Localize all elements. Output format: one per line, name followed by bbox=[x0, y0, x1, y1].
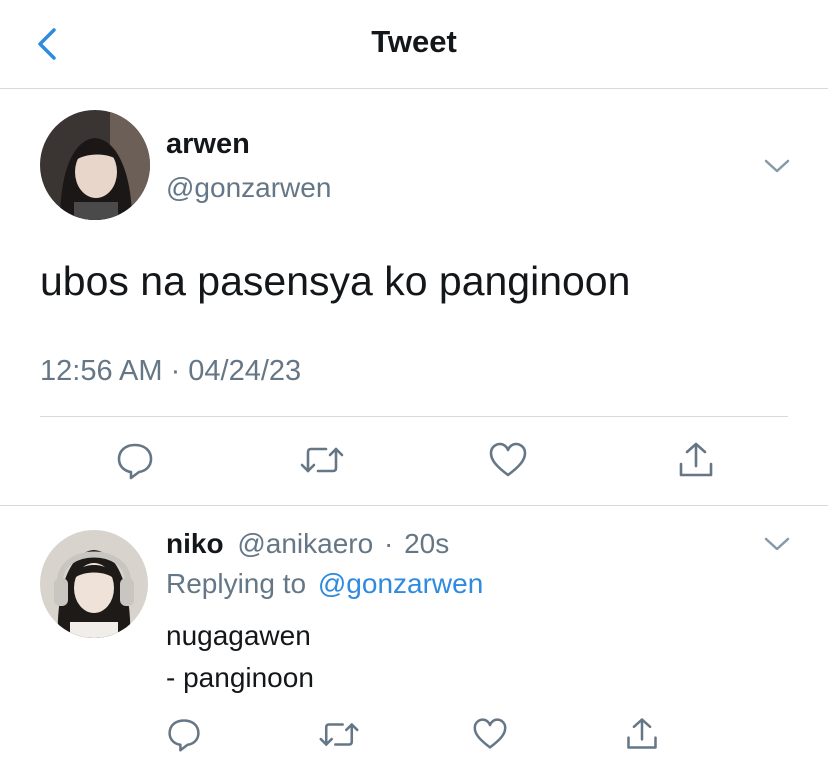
reply-avatar[interactable] bbox=[40, 530, 148, 638]
reply-text-line: nugagawen bbox=[166, 620, 311, 651]
reply-text-line: - panginoon bbox=[166, 662, 314, 693]
reply-share-button[interactable] bbox=[624, 716, 660, 752]
reply-header: niko @anikaero · 20s bbox=[166, 528, 449, 560]
speech-bubble-icon bbox=[117, 443, 153, 480]
reply-author-handle[interactable]: @anikaero bbox=[237, 528, 373, 559]
reply-reply-button[interactable] bbox=[166, 716, 202, 752]
reply-menu-button[interactable] bbox=[764, 536, 790, 552]
share-icon bbox=[627, 718, 657, 749]
header-bar: Tweet bbox=[0, 0, 828, 89]
avatar[interactable] bbox=[40, 110, 150, 220]
divider bbox=[40, 416, 788, 417]
author-handle[interactable]: @gonzarwen bbox=[166, 172, 331, 204]
reply-like-button[interactable] bbox=[472, 717, 508, 751]
tweet-timestamp: 12:56 AM · 04/24/23 bbox=[40, 355, 302, 387]
replying-to-line: Replying to @gonzarwen bbox=[166, 568, 483, 600]
divider bbox=[0, 505, 828, 506]
speech-bubble-icon bbox=[168, 719, 200, 752]
avatar-image bbox=[40, 110, 150, 220]
tweet-menu-button[interactable] bbox=[764, 158, 790, 174]
avatar-image bbox=[40, 530, 148, 638]
chevron-down-icon bbox=[764, 159, 790, 173]
reply-retweet-button[interactable] bbox=[318, 719, 360, 750]
reply-age: 20s bbox=[404, 528, 450, 559]
author-name[interactable]: arwen bbox=[166, 128, 250, 161]
heart-icon bbox=[473, 718, 507, 749]
replying-to-link[interactable]: @gonzarwen bbox=[318, 568, 483, 599]
page-title: Tweet bbox=[371, 24, 457, 59]
separator-dot: · bbox=[383, 528, 394, 559]
share-button[interactable] bbox=[676, 440, 716, 480]
like-button[interactable] bbox=[488, 441, 528, 479]
reply-button[interactable] bbox=[115, 440, 155, 480]
chevron-down-icon bbox=[764, 537, 790, 551]
retweet-icon bbox=[300, 447, 344, 473]
tweet-text: ubos na pasensya ko panginoon bbox=[40, 258, 631, 304]
retweet-icon bbox=[319, 723, 359, 746]
heart-icon bbox=[489, 442, 527, 477]
replying-to-label: Replying to bbox=[166, 568, 307, 599]
retweet-button[interactable] bbox=[299, 443, 345, 477]
reply-author-name[interactable]: niko bbox=[166, 528, 224, 559]
share-icon bbox=[679, 442, 713, 477]
